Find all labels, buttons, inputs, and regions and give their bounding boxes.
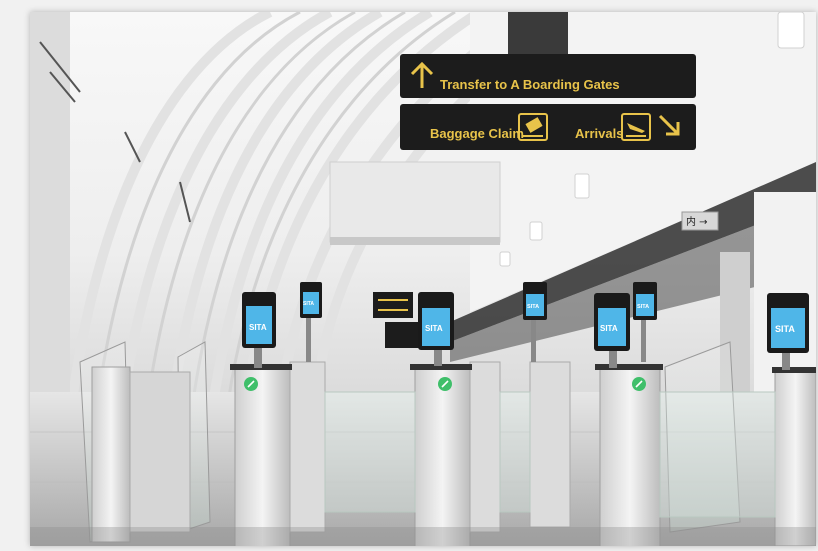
- small-direction-sign: 内 →: [681, 211, 719, 231]
- svg-text:SITA: SITA: [425, 324, 443, 333]
- sign-label-arrivals: Arrivals: [575, 126, 623, 141]
- svg-text:SITA: SITA: [637, 304, 649, 310]
- svg-text:SITA: SITA: [600, 324, 618, 333]
- svg-text:内 →: 内 →: [686, 215, 708, 228]
- airport-scene: Transfer to A Boarding Gates Baggage Cla…: [30, 12, 816, 546]
- svg-text:SITA: SITA: [303, 301, 314, 307]
- airport-egates-photo: Transfer to A Boarding Gates Baggage Cla…: [30, 12, 816, 546]
- sign-label-baggage: Baggage Claim: [430, 126, 524, 141]
- svg-text:SITA: SITA: [249, 323, 267, 332]
- sign-line-transfer: Transfer to A Boarding Gates: [440, 77, 620, 92]
- svg-text:SITA: SITA: [527, 304, 539, 310]
- mezzanine: [329, 161, 501, 243]
- image-frame: Transfer to A Boarding Gates Baggage Cla…: [0, 0, 818, 551]
- sign-mount: [508, 12, 568, 54]
- distant-sign: [373, 292, 421, 348]
- svg-text:SITA: SITA: [775, 324, 795, 334]
